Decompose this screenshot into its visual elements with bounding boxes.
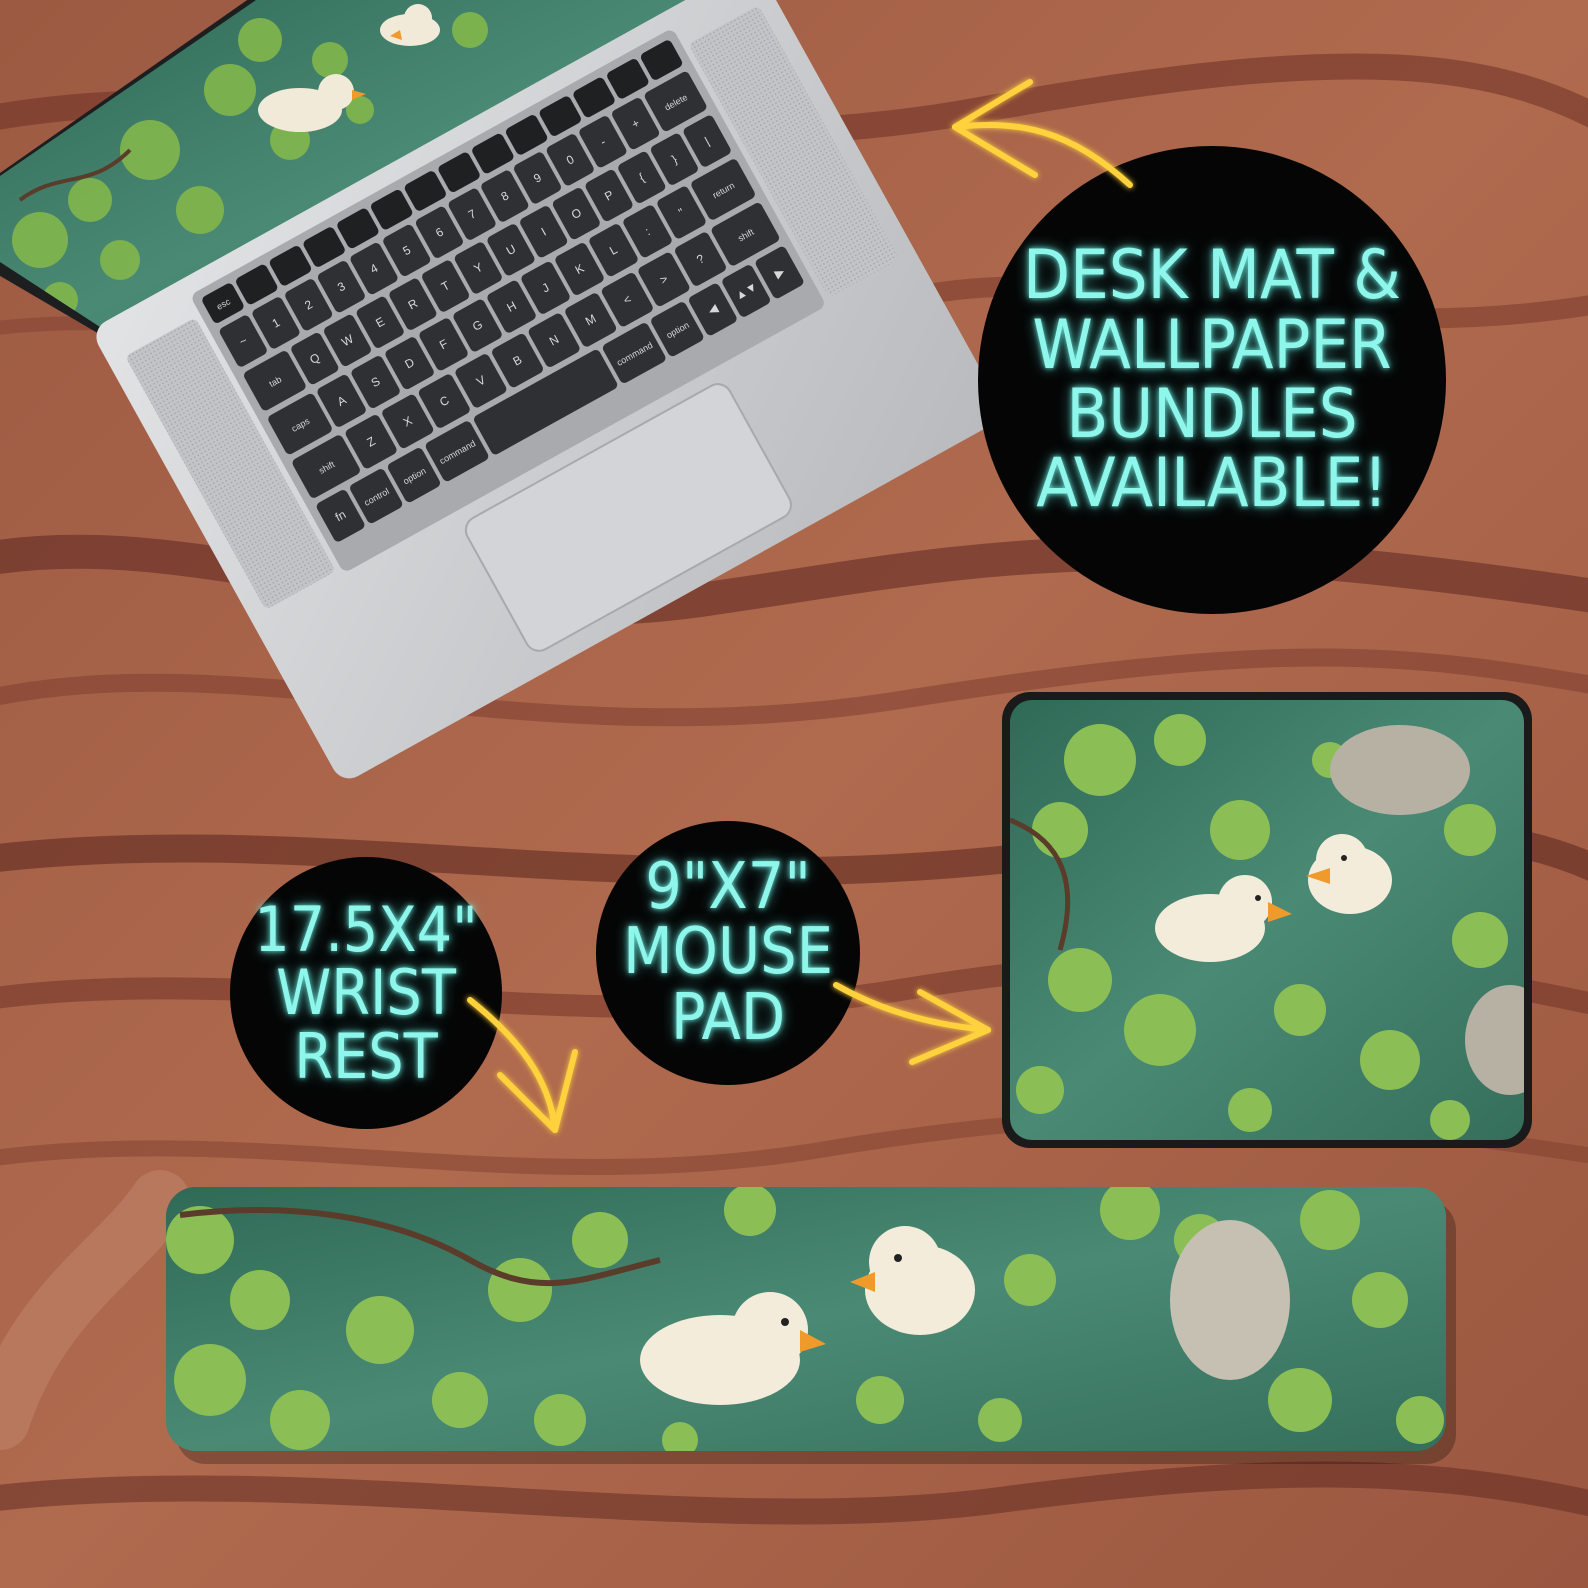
mouse-line-3: PAD xyxy=(670,980,786,1055)
bundle-line-1: DESK MAT & xyxy=(1023,236,1401,316)
mouse-line-1: 9"X7" xyxy=(645,850,811,925)
bundle-line-4: AVAILABLE! xyxy=(1036,444,1388,524)
mouse-line-2: MOUSE xyxy=(622,915,834,990)
bundle-line-3: BUNDLES xyxy=(1066,375,1358,454)
bundle-line-2: WALLPAPER xyxy=(1032,305,1392,385)
wrist-line-3: REST xyxy=(294,1019,438,1093)
mouse-pad xyxy=(1002,692,1532,1148)
wrist-line-2: WRIST xyxy=(276,956,456,1030)
wrist-rest xyxy=(166,1187,1456,1464)
bundle-badge-text: DESK MAT & WALLPAPER BUNDLES AVAILABLE! xyxy=(1018,200,1406,560)
mouse-pad-badge-text: 9"X7" MOUSE PAD xyxy=(618,846,838,1060)
wrist-line-1: 17.5X4" xyxy=(254,893,478,967)
wrist-rest-badge-text: 17.5X4" WRIST REST xyxy=(246,880,486,1106)
